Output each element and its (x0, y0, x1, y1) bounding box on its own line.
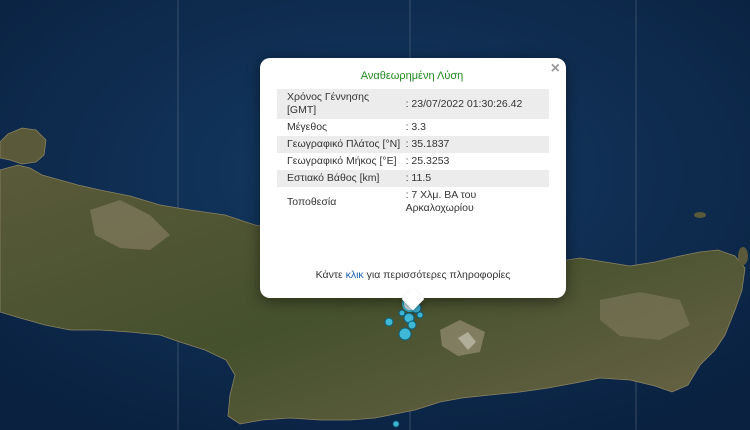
info-value: : 3.3 (405, 121, 427, 133)
earthquake-marker[interactable] (398, 309, 406, 317)
info-label: Μέγεθος (287, 121, 328, 133)
earthquake-marker[interactable] (416, 311, 424, 319)
more-info-link[interactable]: κλικ (346, 269, 364, 281)
table-row: Τοποθεσία : 7 Χλμ. ΒΑ του Αρκαλοχωρίου (277, 187, 549, 217)
table-row: Χρόνος Γέννησης [GMT] : 23/07/2022 01:30… (277, 89, 549, 119)
popup-title: Αναθεωρημένη Λύση (360, 70, 464, 82)
table-row: Μέγεθος : 3.3 (277, 119, 549, 136)
earthquake-marker[interactable] (407, 320, 417, 330)
islet (694, 212, 706, 218)
earthquake-info-popup: × Αναθεωρημένη Λύση Χρόνος Γέννησης [GMT… (260, 58, 566, 311)
info-label: Τοποθεσία (287, 195, 337, 208)
info-value: : 35.1837 (403, 136, 549, 153)
table-row: Γεωγραφικό Πλάτος [°N] : 35.1837 (277, 136, 549, 153)
close-icon[interactable]: × (551, 61, 560, 77)
info-value: : 23/07/2022 01:30:26.42 (403, 89, 549, 119)
table-row: Εστιακό Βάθος [km] : 11.5 (277, 170, 549, 187)
info-label: Γεωγραφικό Μήκος [°E] (287, 155, 397, 167)
info-value: : 11.5 (403, 170, 549, 187)
more-info-suffix: για περισσότερες πληροφορίες (363, 269, 511, 281)
earthquake-marker[interactable] (392, 420, 400, 428)
info-value: : 7 Χλμ. ΒΑ του Αρκαλοχωρίου (405, 189, 477, 214)
info-value: : 25.3253 (405, 155, 450, 167)
info-label: Χρόνος Γέννησης [GMT] (277, 89, 404, 119)
islet (738, 247, 748, 265)
info-label: Γεωγραφικό Πλάτος [°N] (277, 136, 404, 153)
earthquake-marker[interactable] (398, 327, 412, 341)
earthquake-marker[interactable] (384, 317, 394, 327)
info-label: Εστιακό Βάθος [km] (277, 170, 404, 187)
table-row: Γεωγραφικό Μήκος [°E] : 25.3253 (277, 153, 549, 170)
more-info-line: Κάντε κλικ για περισσότερες πληροφορίες (270, 269, 556, 281)
earthquake-info-table: Χρόνος Γέννησης [GMT] : 23/07/2022 01:30… (277, 89, 549, 217)
more-info-prefix: Κάντε (315, 269, 346, 281)
